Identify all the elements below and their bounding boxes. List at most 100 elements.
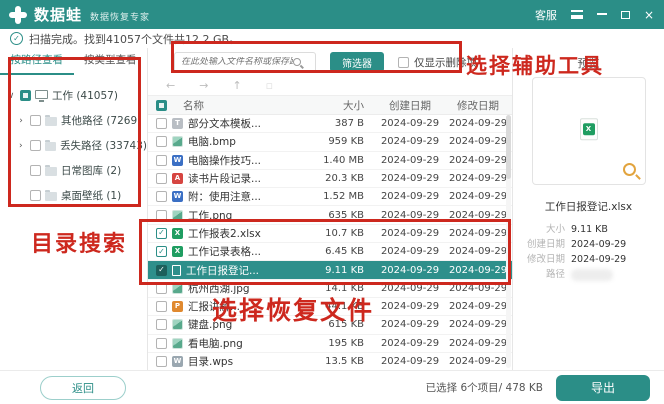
- only-deleted-checkbox[interactable]: [398, 56, 409, 68]
- column-size[interactable]: 大小: [306, 98, 376, 113]
- row-checkbox[interactable]: [156, 154, 167, 166]
- row-checkbox[interactable]: [156, 118, 167, 130]
- column-modified[interactable]: 修改日期: [444, 98, 512, 113]
- search-input[interactable]: [181, 57, 293, 67]
- file-row[interactable]: 杭州西湖.jpg 14.1 KB 2024-09-29 2024-09-29: [148, 280, 512, 298]
- vertical-scrollbar[interactable]: [506, 115, 511, 368]
- file-row[interactable]: T 部分文本模板... 387 B 2024-09-29 2024-09-29: [148, 115, 512, 134]
- file-created-date: 2024-09-29: [380, 356, 440, 367]
- file-row[interactable]: 看电脑.png 195 KB 2024-09-29 2024-09-29: [148, 335, 512, 353]
- file-row[interactable]: 工作.png 635 KB 2024-09-29 2024-09-29: [148, 206, 512, 225]
- file-created-date: 2024-09-29: [380, 319, 440, 331]
- minimize-icon[interactable]: [596, 13, 607, 15]
- row-checkbox[interactable]: [156, 136, 167, 148]
- row-checkbox[interactable]: [156, 319, 167, 331]
- tree-checkbox[interactable]: [30, 165, 41, 176]
- scrollbar-thumb[interactable]: [506, 115, 511, 179]
- back-button[interactable]: 返回: [40, 375, 126, 400]
- file-created-date: 2024-09-29: [380, 264, 440, 276]
- file-row[interactable]: A 读书片段记录... 20.3 KB 2024-09-29 2024-09-29: [148, 170, 512, 189]
- meta-label: 创建日期: [526, 239, 565, 250]
- tree-checkbox[interactable]: [30, 115, 41, 126]
- status-bar: ✓ 扫描完成。找到41057个文件共12.2 GB。: [0, 29, 664, 48]
- chevron-icon[interactable]: ∨: [6, 91, 16, 101]
- row-checkbox[interactable]: [156, 173, 167, 185]
- file-modified-date: 2024-09-29: [448, 301, 508, 313]
- tree-item[interactable]: 桌面壁纸 (1): [0, 183, 147, 208]
- file-name: 工作记录表格...: [188, 246, 262, 259]
- file-created-date: 2024-09-29: [380, 282, 440, 294]
- image-file-icon: [172, 319, 183, 331]
- column-name[interactable]: 名称: [183, 98, 204, 113]
- file-size: 20.3 KB: [325, 173, 364, 185]
- forward-arrow-icon[interactable]: →: [199, 79, 208, 92]
- file-name: 目录.wps: [188, 356, 234, 368]
- tree-item[interactable]: › 丢失路径 (33743): [0, 133, 147, 158]
- file-row[interactable]: W 电脑操作技巧... 1.40 MB 2024-09-29 2024-09-29: [148, 152, 512, 170]
- tree-item[interactable]: ∨ 工作 (41057): [0, 83, 147, 108]
- file-row[interactable]: X 工作报表2.xlsx 10.7 KB 2024-09-29 2024-09-29: [148, 225, 512, 244]
- row-checkbox[interactable]: [156, 227, 167, 239]
- maximize-icon[interactable]: [620, 10, 630, 19]
- file-size: 14.1 KB: [325, 282, 364, 294]
- support-link[interactable]: 客服: [535, 7, 557, 23]
- search-box[interactable]: [174, 51, 316, 73]
- navigation-row: ← → ↑ ▫: [148, 76, 512, 95]
- file-size: 1.40 MB: [323, 154, 364, 166]
- file-modified-date: 2024-09-29: [448, 118, 508, 130]
- row-checkbox[interactable]: [156, 246, 167, 258]
- file-row[interactable]: 电脑.bmp 959 KB 2024-09-29 2024-09-29: [148, 133, 512, 152]
- tree-item[interactable]: › 其他路径 (7269): [0, 108, 147, 133]
- menu-icon[interactable]: [570, 10, 583, 19]
- file-row[interactable]: 键盘.png 615 KB 2024-09-29 2024-09-29: [148, 316, 512, 335]
- file-name: 工作.png: [188, 209, 233, 222]
- file-row[interactable]: P 汇报讲解... 44.1 KB 2024-09-29 2024-09-29: [148, 298, 512, 317]
- preview-filename: 工作日报登记.xlsx: [544, 201, 633, 213]
- preview-panel: 预览 X 工作日报登记.xlsx 大小 9.11 KB 创建日期 2024-09-29…: [512, 48, 664, 370]
- file-size: 13.5 KB: [325, 356, 364, 367]
- file-size: 1.52 MB: [323, 191, 364, 203]
- chevron-icon[interactable]: ›: [16, 141, 26, 151]
- file-row[interactable]: X 工作记录表格... 6.45 KB 2024-09-29 2024-09-29: [148, 243, 512, 262]
- file-row[interactable]: W 目录.wps 13.5 KB 2024-09-29 2024-09-29: [148, 353, 512, 370]
- tree-item[interactable]: 日常图库 (2): [0, 158, 147, 183]
- back-arrow-icon[interactable]: ←: [166, 79, 175, 92]
- tab-by-type[interactable]: 按类型查看: [74, 48, 148, 75]
- row-checkbox[interactable]: [156, 337, 167, 349]
- tree-checkbox[interactable]: [30, 190, 41, 201]
- row-checkbox[interactable]: [156, 264, 167, 276]
- row-checkbox[interactable]: [156, 301, 167, 313]
- meta-value: 2024-09-29: [571, 254, 627, 265]
- chevron-icon[interactable]: ›: [16, 116, 26, 126]
- file-row[interactable]: W 附：使用注意... 1.52 MB 2024-09-29 2024-09-29: [148, 188, 512, 207]
- excel-file-icon: X: [172, 246, 183, 258]
- file-name: 汇报讲解...: [188, 301, 241, 314]
- tab-by-path[interactable]: 按路径查看: [0, 48, 74, 75]
- only-deleted-toggle[interactable]: 仅显示删除项: [398, 55, 477, 70]
- row-checkbox[interactable]: [156, 209, 167, 221]
- export-button[interactable]: 导出: [556, 374, 650, 401]
- file-row[interactable]: 工作日报登记... 9.11 KB 2024-09-29 2024-09-29: [148, 261, 512, 280]
- row-checkbox[interactable]: [156, 356, 167, 367]
- file-size: 6.45 KB: [325, 246, 364, 258]
- file-modified-date: 2024-09-29: [448, 337, 508, 349]
- up-arrow-icon[interactable]: ↑: [232, 79, 241, 92]
- word-file-icon: W: [172, 191, 183, 203]
- zoom-preview-icon[interactable]: [622, 163, 636, 176]
- file-size: 959 KB: [328, 136, 364, 148]
- row-checkbox[interactable]: [156, 282, 167, 294]
- file-created-date: 2024-09-29: [380, 191, 440, 203]
- column-created[interactable]: 创建日期: [376, 98, 444, 113]
- row-checkbox[interactable]: [156, 191, 167, 203]
- scan-complete-icon: ✓: [10, 32, 23, 45]
- meta-label: 路径: [545, 269, 565, 280]
- tree-checkbox[interactable]: [29, 140, 41, 151]
- select-all-checkbox[interactable]: [156, 99, 167, 111]
- tree-checkbox[interactable]: [20, 90, 31, 101]
- file-modified-date: 2024-09-29: [448, 154, 508, 166]
- filter-button[interactable]: 筛选器: [330, 52, 384, 72]
- title-bar: 数据蛙 数据恢复专家 客服 ×: [0, 0, 664, 29]
- close-icon[interactable]: ×: [644, 9, 654, 21]
- bottom-bar: 返回 已选择 6个项目/ 478 KB 导出: [0, 370, 664, 404]
- file-name: 电脑操作技巧...: [188, 154, 262, 167]
